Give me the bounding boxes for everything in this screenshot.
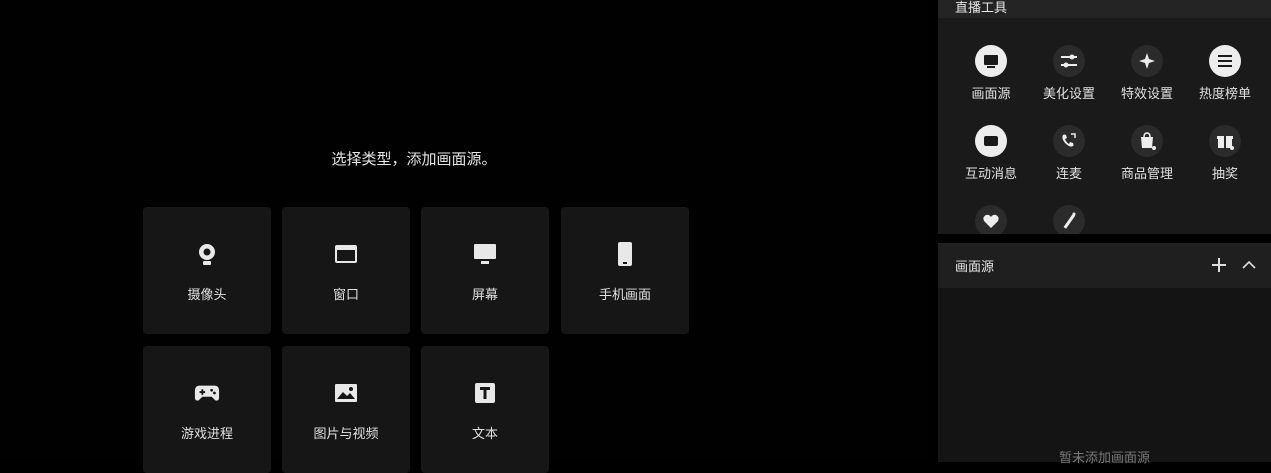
tool-label: 商品管理 <box>1120 167 1173 182</box>
tile-label: 游戏进程 <box>180 427 233 442</box>
tool-effects[interactable]: 特效设置 <box>1108 44 1186 102</box>
sources-actions <box>1211 257 1257 273</box>
tile-label: 图片与视频 <box>313 427 379 442</box>
add-source-prompt: 选择类型，添加画面源。 <box>331 150 497 168</box>
sliders-icon <box>1052 44 1086 78</box>
tool-label: 互动消息 <box>964 167 1017 182</box>
add-source-button[interactable] <box>1211 257 1227 273</box>
tool-beauty[interactable]: 美化设置 <box>1030 44 1108 102</box>
live-tools-panel: 直播工具 画面源 美化设置 特效设置 热度榜单 互动消息 连麦 商品管理 抽奖 <box>938 0 1271 234</box>
image-icon <box>333 380 359 406</box>
magic-wand-icon <box>1052 204 1086 234</box>
tool-fans[interactable] <box>952 204 1030 234</box>
tile-label: 窗口 <box>332 288 359 303</box>
gift-icon <box>1208 124 1242 158</box>
tool-products[interactable]: 商品管理 <box>1108 124 1186 182</box>
tool-label: 连麦 <box>1055 167 1082 182</box>
tile-label: 屏幕 <box>471 288 498 303</box>
sources-panel: 画面源 暂未添加画面源 <box>938 243 1271 466</box>
monitor-icon <box>472 241 498 267</box>
window-icon <box>333 241 359 267</box>
camera-icon <box>194 241 220 267</box>
phone-call-icon <box>1052 124 1086 158</box>
phone-icon <box>612 241 638 267</box>
message-icon <box>974 124 1008 158</box>
live-tools-title: 直播工具 <box>938 0 1271 18</box>
source-tile-camera[interactable]: 摄像头 <box>143 207 271 334</box>
tile-label: 文本 <box>471 427 498 442</box>
source-tile-screen[interactable]: 屏幕 <box>421 207 549 334</box>
tool-label: 美化设置 <box>1042 87 1095 102</box>
tool-label: 抽奖 <box>1211 167 1238 182</box>
source-tile-game[interactable]: 游戏进程 <box>143 346 271 473</box>
tile-label: 手机画面 <box>598 288 651 303</box>
tool-hot-list[interactable]: 热度榜单 <box>1186 44 1264 102</box>
gamepad-icon <box>194 380 220 406</box>
sparkle-icon <box>1130 44 1164 78</box>
bag-icon <box>1130 124 1164 158</box>
tool-source[interactable]: 画面源 <box>952 44 1030 102</box>
source-tile-text[interactable]: 文本 <box>421 346 549 473</box>
source-tile-phone[interactable]: 手机画面 <box>561 207 689 334</box>
tool-label: 画面源 <box>971 87 1011 102</box>
heart-icon <box>974 204 1008 234</box>
source-tile-media[interactable]: 图片与视频 <box>282 346 410 473</box>
tool-label: 热度榜单 <box>1198 87 1251 102</box>
tool-label: 特效设置 <box>1120 87 1173 102</box>
source-tile-window[interactable]: 窗口 <box>282 207 410 334</box>
text-icon <box>472 380 498 406</box>
list-icon <box>1208 44 1242 78</box>
tool-magic[interactable] <box>1030 204 1108 234</box>
tool-co-host[interactable]: 连麦 <box>1030 124 1108 182</box>
tile-label: 摄像头 <box>187 288 227 303</box>
tool-interaction[interactable]: 互动消息 <box>952 124 1030 182</box>
source-icon <box>974 44 1008 78</box>
sources-empty-text: 暂未添加画面源 <box>1058 451 1150 466</box>
preview-stage: 选择类型，添加画面源。 摄像头 窗口 屏幕 手机画面 游戏进程 图片与视频 文本 <box>0 0 928 473</box>
collapse-chevron-icon[interactable] <box>1241 257 1257 273</box>
tool-lottery[interactable]: 抽奖 <box>1186 124 1264 182</box>
